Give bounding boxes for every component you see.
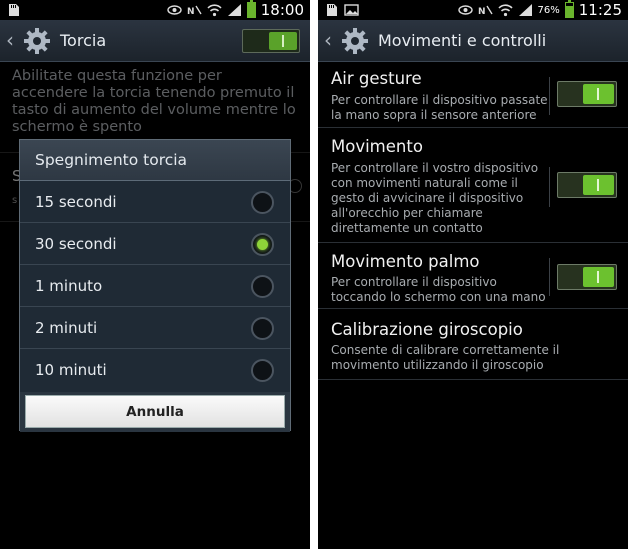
- radio-button[interactable]: [251, 359, 274, 382]
- status-bar: N 76% 11:25: [318, 0, 628, 20]
- battery-icon: [564, 0, 574, 18]
- torch-description: Abilitate questa funzione per accendere …: [12, 68, 296, 135]
- torch-timeout-dialog: Spegnimento torcia 15 secondi 30 secondi…: [19, 139, 291, 432]
- option-10-minutes[interactable]: 10 minuti: [20, 349, 290, 391]
- dialog-footer: Annulla: [20, 392, 290, 432]
- option-2-minutes[interactable]: 2 minuti: [20, 307, 290, 349]
- setting-subtitle: Consente di calibrare correttamente il m…: [331, 343, 560, 372]
- option-label: 30 secondi: [35, 235, 117, 253]
- movimento-palmo-toggle[interactable]: [557, 264, 617, 290]
- svg-text:N: N: [478, 7, 486, 17]
- action-bar: ‹ Movimenti e controlli: [318, 20, 628, 62]
- dialog-title-bar: Spegnimento torcia: [20, 140, 290, 181]
- option-30-seconds[interactable]: 30 secondi: [20, 223, 290, 265]
- sd-card-icon: [9, 4, 19, 16]
- clock: 11:25: [578, 1, 622, 19]
- action-bar: ‹ Torcia: [0, 20, 310, 62]
- air-gesture-toggle[interactable]: [557, 81, 617, 107]
- status-bar: N 18:00: [0, 0, 310, 20]
- setting-title: Air gesture: [331, 69, 422, 88]
- svg-text:N: N: [187, 7, 195, 17]
- sd-card-icon: [327, 4, 337, 16]
- setting-title: Movimento: [331, 137, 423, 156]
- clock: 18:00: [260, 1, 304, 19]
- option-label: 2 minuti: [35, 319, 98, 337]
- divider: [549, 167, 550, 207]
- option-15-seconds[interactable]: 15 secondi: [20, 181, 290, 223]
- page-title: Movimenti e controlli: [378, 31, 547, 50]
- option-label: 1 minuto: [35, 277, 103, 295]
- left-screen: N 18:00 ‹ Torcia Abilitate questa funzio…: [0, 0, 310, 549]
- setting-air-gesture[interactable]: Air gesture Per controllare il dispositi…: [318, 63, 628, 128]
- movimento-toggle[interactable]: [557, 172, 617, 198]
- image-icon: [344, 4, 359, 16]
- back-chevron-icon[interactable]: ‹: [324, 30, 332, 50]
- wifi-icon: [497, 4, 513, 17]
- option-label: 10 minuti: [35, 361, 107, 379]
- battery-icon: [246, 0, 256, 18]
- master-switch[interactable]: [242, 29, 300, 53]
- radio-button-selected[interactable]: [251, 233, 274, 256]
- page-title: Torcia: [60, 31, 107, 50]
- radio-button[interactable]: [251, 191, 274, 214]
- option-label: 15 secondi: [35, 193, 117, 211]
- divider: [549, 258, 550, 296]
- gear-icon[interactable]: [22, 26, 52, 56]
- setting-subtitle: Per controllare il vostro dispositivo co…: [331, 161, 539, 235]
- setting-title: Calibrazione giroscopio: [331, 320, 523, 339]
- nfc-icon: N: [187, 5, 202, 17]
- battery-percent: 76%: [537, 4, 560, 16]
- nfc-icon: N: [478, 5, 493, 17]
- back-chevron-icon[interactable]: ‹: [6, 30, 14, 50]
- right-screen: N 76% 11:25 ‹ Movimenti e controlli Air …: [318, 0, 628, 549]
- eye-icon: [457, 5, 473, 15]
- signal-icon: [518, 4, 532, 16]
- setting-subtitle: Per controllare il dispositivo passate l…: [331, 93, 548, 122]
- wifi-icon: [207, 4, 222, 17]
- gear-icon[interactable]: [340, 26, 370, 56]
- divider: [549, 77, 550, 115]
- setting-subtitle: Per controllare il dispositivo toccando …: [331, 275, 546, 304]
- radio-button[interactable]: [251, 275, 274, 298]
- eye-icon: [167, 5, 182, 15]
- setting-movimento[interactable]: Movimento Per controllare il vostro disp…: [318, 129, 628, 243]
- setting-movimento-palmo[interactable]: Movimento palmo Per controllare il dispo…: [318, 244, 628, 309]
- radio-button[interactable]: [251, 317, 274, 340]
- dialog-title: Spegnimento torcia: [35, 151, 188, 169]
- setting-calibrazione-giroscopio[interactable]: Calibrazione giroscopio Consente di cali…: [318, 310, 628, 380]
- cancel-button[interactable]: Annulla: [25, 395, 285, 428]
- setting-title: Movimento palmo: [331, 252, 480, 271]
- signal-icon: [227, 4, 241, 16]
- option-1-minute[interactable]: 1 minuto: [20, 265, 290, 307]
